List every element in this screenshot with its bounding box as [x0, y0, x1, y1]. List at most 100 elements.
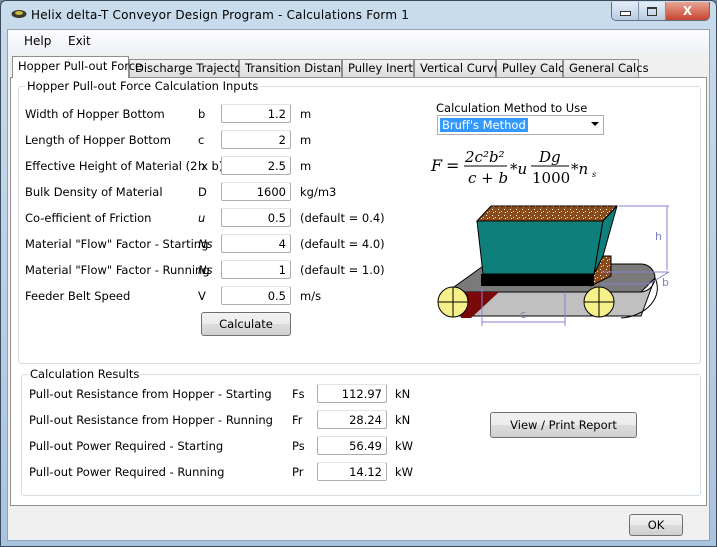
dim-label-h: h	[655, 230, 662, 243]
tab-discharge-trajectory[interactable]: Discharge Trajectory	[129, 59, 253, 77]
tab-transition-distance[interactable]: Transition Distance	[239, 59, 355, 77]
calculate-button[interactable]: Calculate	[201, 312, 291, 336]
input-symbol: u	[198, 211, 206, 225]
formula-tail-sub: s	[592, 170, 596, 179]
flow-factor-starting-input[interactable]	[221, 234, 291, 253]
input-label: Width of Hopper Bottom	[25, 107, 165, 121]
hopper-base	[481, 274, 594, 286]
result-symbol: Pr	[292, 465, 304, 479]
hopper-front	[476, 220, 604, 275]
result-fr-field[interactable]	[317, 410, 387, 429]
density-d-input[interactable]	[221, 182, 291, 201]
input-unit: (default = 0.4)	[300, 211, 385, 225]
minimize-icon	[619, 11, 631, 16]
result-unit: kW	[395, 465, 414, 479]
input-label: Co-efficient of Friction	[25, 211, 152, 225]
input-symbol: Ns	[198, 237, 213, 251]
input-symbol: D	[198, 185, 207, 199]
input-label: Material "Flow" Factor - Starting	[25, 237, 209, 251]
result-symbol: Ps	[292, 439, 305, 453]
formula-graphic: F = 2c²b² c + b *u Dg 1000 *n s	[430, 148, 596, 187]
input-label: Material "Flow" Factor - Running	[25, 263, 210, 277]
formula-lhs: F	[430, 156, 443, 175]
formula-num1: 2c²b²	[464, 148, 505, 166]
method-selected-value: Bruff's Method	[440, 118, 528, 132]
formula-num2: Dg	[538, 148, 561, 166]
result-label: Pull-out Power Required - Running	[29, 465, 225, 479]
chevron-down-icon	[591, 122, 599, 126]
title-bar: Helix delta-T Conveyor Design Program - …	[1, 1, 716, 29]
result-unit: kN	[395, 387, 411, 401]
pulley-right	[583, 286, 615, 318]
view-print-report-button[interactable]: View / Print Report	[490, 412, 637, 438]
length-c-input[interactable]	[221, 130, 291, 149]
tab-strip: Hopper Pull-out Force Discharge Trajecto…	[10, 56, 707, 78]
input-unit: kg/m3	[300, 185, 337, 199]
result-ps-field[interactable]	[317, 436, 387, 455]
tab-vertical-curves[interactable]: Vertical Curves	[414, 59, 507, 77]
dim-label-b: b	[662, 276, 669, 289]
input-unit: (default = 1.0)	[300, 263, 385, 277]
dim-label-c: c	[520, 308, 526, 321]
input-label: Bulk Density of Material	[25, 185, 163, 199]
input-unit: m/s	[300, 289, 322, 303]
input-unit: m	[300, 107, 312, 121]
result-fs-field[interactable]	[317, 384, 387, 403]
inputs-group-title: Hopper Pull-out Force Calculation Inputs	[25, 79, 261, 93]
menu-exit[interactable]: Exit	[68, 34, 91, 48]
result-label: Pull-out Power Required - Starting	[29, 439, 224, 453]
formula-tail: *n	[571, 160, 588, 178]
input-label: Feeder Belt Speed	[25, 289, 131, 303]
formula: F = 2c²b² c + b *u Dg 1000 *n s	[429, 142, 609, 192]
input-symbol: h	[198, 159, 206, 173]
input-symbol: V	[198, 289, 206, 303]
result-unit: kN	[395, 413, 411, 427]
tab-hopper-pull-out-force[interactable]: Hopper Pull-out Force	[12, 56, 142, 78]
menu-bar: Help Exit	[8, 30, 709, 53]
formula-den1: c + b	[468, 169, 508, 187]
close-icon: X	[682, 4, 693, 18]
flow-factor-running-input[interactable]	[221, 260, 291, 279]
method-label: Calculation Method to Use	[436, 101, 588, 115]
input-unit: (default = 4.0)	[300, 237, 385, 251]
result-pr-field[interactable]	[317, 462, 387, 481]
minimize-button[interactable]	[612, 2, 639, 20]
pulley-left	[437, 286, 469, 318]
menu-help[interactable]: Help	[24, 34, 51, 48]
hopper-conveyor-diagram: h b c	[437, 205, 670, 326]
method-select[interactable]: Bruff's Method	[437, 115, 604, 135]
height-h-input[interactable]	[221, 156, 291, 175]
maximize-button[interactable]	[639, 2, 666, 20]
app-hopper-icon	[11, 10, 27, 18]
belt-speed-v-input[interactable]	[221, 286, 291, 305]
app-window: Helix delta-T Conveyor Design Program - …	[0, 0, 717, 547]
result-unit: kW	[395, 439, 414, 453]
form-client-area: Help Exit Hopper Pull-out Force Discharg…	[7, 29, 710, 541]
formula-den2: 1000	[532, 169, 570, 187]
input-label: Effective Height of Material (2 x b)	[25, 159, 224, 173]
input-symbol: Ns	[198, 263, 213, 277]
hopper-material-top	[475, 205, 619, 222]
results-group-title: Calculation Results	[28, 367, 142, 381]
close-button[interactable]: X	[666, 2, 709, 20]
input-symbol: b	[198, 107, 206, 121]
tab-general-calcs[interactable]: General Calcs	[563, 59, 649, 77]
svg-text:=: =	[446, 156, 459, 175]
dialog-footer: OK	[8, 508, 709, 540]
friction-u-input[interactable]	[221, 208, 291, 227]
maximize-icon	[647, 6, 657, 16]
result-symbol: Fs	[292, 387, 305, 401]
result-label: Pull-out Resistance from Hopper - Starti…	[29, 387, 272, 401]
result-label: Pull-out Resistance from Hopper - Runnin…	[29, 413, 273, 427]
ok-button[interactable]: OK	[629, 514, 683, 536]
formula-mid: *u	[510, 160, 527, 178]
input-unit: m	[300, 159, 312, 173]
input-unit: m	[300, 133, 312, 147]
input-symbol: c	[198, 133, 205, 147]
window-controls: X	[611, 2, 710, 21]
tab-pulley-calcs[interactable]: Pulley Calcs	[496, 59, 571, 77]
width-b-input[interactable]	[221, 104, 291, 123]
tab-pulley-inertia[interactable]: Pulley Inertia	[342, 59, 423, 77]
window-title: Helix delta-T Conveyor Design Program - …	[31, 8, 410, 22]
tab-page-hopper: Hopper Pull-out Force Calculation Inputs…	[10, 77, 707, 506]
